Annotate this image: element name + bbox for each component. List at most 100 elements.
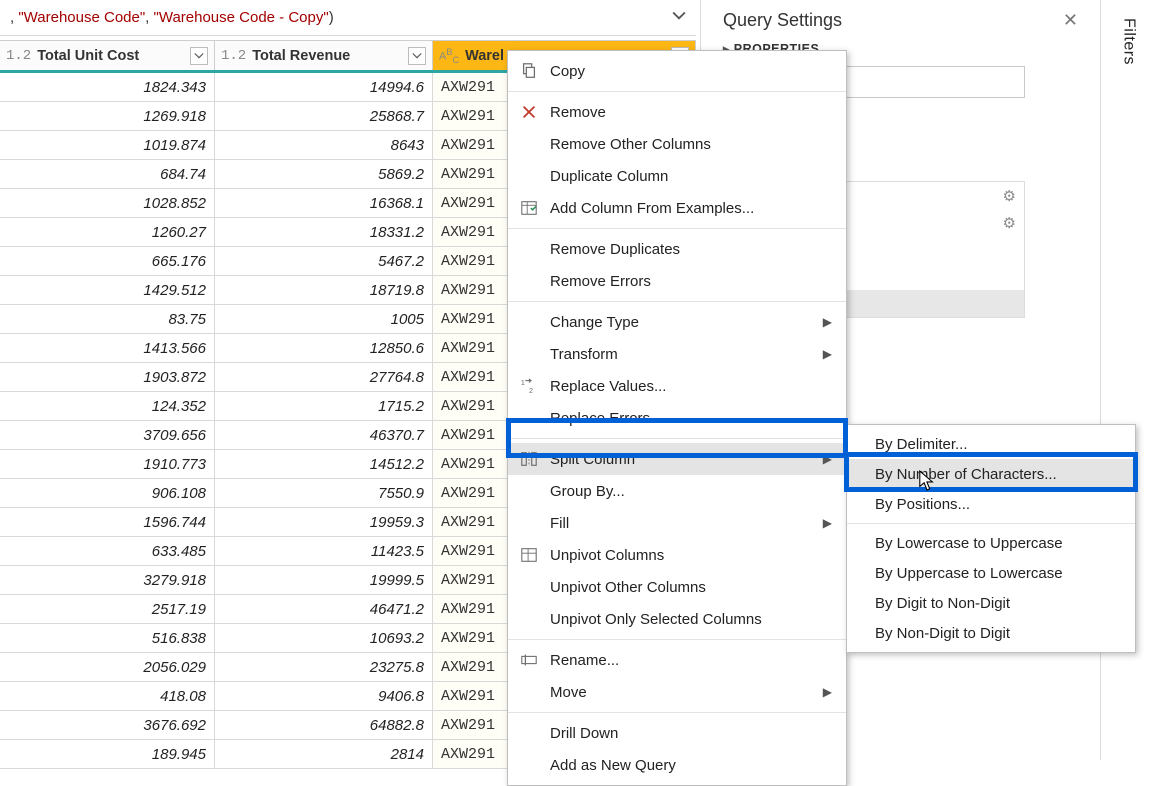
cell-total-unit-cost[interactable]: 124.352 <box>0 392 215 420</box>
cell-total-unit-cost[interactable]: 1019.874 <box>0 131 215 159</box>
cell-total-unit-cost[interactable]: 418.08 <box>0 682 215 710</box>
submenu-item-by-number-of-characters[interactable]: By Number of Characters... <box>847 459 1135 489</box>
cell-total-revenue[interactable]: 14994.6 <box>215 73 433 101</box>
cell-total-revenue[interactable]: 27764.8 <box>215 363 433 391</box>
cell-total-unit-cost[interactable]: 1413.566 <box>0 334 215 362</box>
cell-total-revenue[interactable]: 64882.8 <box>215 711 433 739</box>
cell-total-revenue[interactable]: 7550.9 <box>215 479 433 507</box>
column-header-label: Total Revenue <box>252 48 350 64</box>
cell-total-revenue[interactable]: 5869.2 <box>215 160 433 188</box>
menu-item-unpivot-other-columns[interactable]: Unpivot Other Columns <box>508 571 846 603</box>
cell-total-revenue[interactable]: 19959.3 <box>215 508 433 536</box>
menu-item-remove[interactable]: Remove <box>508 96 846 128</box>
cell-total-revenue[interactable]: 8643 <box>215 131 433 159</box>
cell-total-revenue[interactable]: 46370.7 <box>215 421 433 449</box>
menu-item-add-as-new-query[interactable]: Add as New Query <box>508 749 846 781</box>
menu-item-copy[interactable]: Copy <box>508 55 846 87</box>
cell-total-revenue[interactable]: 12850.6 <box>215 334 433 362</box>
submenu-arrow-icon: ▶ <box>823 685 832 699</box>
menu-separator <box>508 301 846 302</box>
gear-icon[interactable]: ⚙ <box>1003 214 1016 232</box>
menu-item-label: Remove <box>550 104 832 121</box>
cell-total-revenue[interactable]: 23275.8 <box>215 653 433 681</box>
submenu-item-by-non-digit-to-digit[interactable]: By Non-Digit to Digit <box>847 618 1135 648</box>
cell-total-unit-cost[interactable]: 2517.19 <box>0 595 215 623</box>
svg-text:1: 1 <box>521 378 525 387</box>
cell-total-unit-cost[interactable]: 1910.773 <box>0 450 215 478</box>
cell-total-unit-cost[interactable]: 906.108 <box>0 479 215 507</box>
menu-item-replace-values[interactable]: 12Replace Values... <box>508 370 846 402</box>
chevron-down-icon <box>672 9 686 23</box>
cell-total-revenue[interactable]: 10693.2 <box>215 624 433 652</box>
formula-bar[interactable]: , "Warehouse Code", "Warehouse Code - Co… <box>0 0 696 36</box>
menu-item-add-column-from-examples[interactable]: Add Column From Examples... <box>508 192 846 224</box>
cell-total-unit-cost[interactable]: 684.74 <box>0 160 215 188</box>
submenu-item-by-lowercase-to-uppercase[interactable]: By Lowercase to Uppercase <box>847 528 1135 558</box>
menu-separator <box>508 639 846 640</box>
menu-item-transform[interactable]: Transform▶ <box>508 338 846 370</box>
cell-total-revenue[interactable]: 1715.2 <box>215 392 433 420</box>
cell-total-unit-cost[interactable]: 1269.918 <box>0 102 215 130</box>
cell-total-revenue[interactable]: 9406.8 <box>215 682 433 710</box>
submenu-item-by-positions[interactable]: By Positions... <box>847 489 1135 519</box>
split-column-submenu: By Delimiter...By Number of Characters..… <box>846 424 1136 653</box>
menu-item-group-by[interactable]: Group By... <box>508 475 846 507</box>
menu-item-unpivot-columns[interactable]: Unpivot Columns <box>508 539 846 571</box>
cell-total-revenue[interactable]: 18719.8 <box>215 276 433 304</box>
cell-total-revenue[interactable]: 1005 <box>215 305 433 333</box>
cell-total-unit-cost[interactable]: 1596.744 <box>0 508 215 536</box>
menu-item-label: Transform <box>550 346 823 363</box>
menu-item-replace-errors[interactable]: Replace Errors... <box>508 402 846 434</box>
cell-total-unit-cost[interactable]: 633.485 <box>0 537 215 565</box>
type-decimal-icon: 1.2 <box>221 48 246 64</box>
formula-expand-button[interactable] <box>672 9 686 27</box>
cell-total-unit-cost[interactable]: 1429.512 <box>0 276 215 304</box>
menu-item-label: Add as New Query <box>550 757 832 774</box>
menu-item-rename[interactable]: Rename... <box>508 644 846 676</box>
gear-icon[interactable]: ⚙ <box>1003 187 1016 205</box>
cell-total-revenue[interactable]: 19999.5 <box>215 566 433 594</box>
cell-total-unit-cost[interactable]: 83.75 <box>0 305 215 333</box>
cell-total-revenue[interactable]: 11423.5 <box>215 537 433 565</box>
close-icon[interactable]: ✕ <box>1063 10 1078 31</box>
cell-total-unit-cost[interactable]: 189.945 <box>0 740 215 768</box>
menu-item-label: Change Type <box>550 314 823 331</box>
menu-item-drill-down[interactable]: Drill Down <box>508 717 846 749</box>
column-header-total-revenue[interactable]: 1.2 Total Revenue <box>215 41 433 70</box>
menu-item-remove-errors[interactable]: Remove Errors <box>508 265 846 297</box>
column-filter-button[interactable] <box>408 47 426 65</box>
cell-total-revenue[interactable]: 5467.2 <box>215 247 433 275</box>
menu-item-remove-duplicates[interactable]: Remove Duplicates <box>508 233 846 265</box>
menu-item-unpivot-only-selected-columns[interactable]: Unpivot Only Selected Columns <box>508 603 846 635</box>
submenu-arrow-icon: ▶ <box>823 315 832 329</box>
submenu-item-by-uppercase-to-lowercase[interactable]: By Uppercase to Lowercase <box>847 558 1135 588</box>
cell-total-unit-cost[interactable]: 2056.029 <box>0 653 215 681</box>
column-filter-button[interactable] <box>190 47 208 65</box>
cell-total-revenue[interactable]: 18331.2 <box>215 218 433 246</box>
cell-total-revenue[interactable]: 2814 <box>215 740 433 768</box>
menu-item-duplicate-column[interactable]: Duplicate Column <box>508 160 846 192</box>
submenu-item-by-delimiter[interactable]: By Delimiter... <box>847 429 1135 459</box>
cell-total-unit-cost[interactable]: 1260.27 <box>0 218 215 246</box>
cell-total-unit-cost[interactable]: 516.838 <box>0 624 215 652</box>
cell-total-unit-cost[interactable]: 3676.692 <box>0 711 215 739</box>
submenu-item-by-digit-to-non-digit[interactable]: By Digit to Non-Digit <box>847 588 1135 618</box>
cell-total-revenue[interactable]: 14512.2 <box>215 450 433 478</box>
menu-item-split-column[interactable]: Split Column▶ <box>508 443 846 475</box>
cell-total-unit-cost[interactable]: 665.176 <box>0 247 215 275</box>
column-header-total-unit-cost[interactable]: 1.2 Total Unit Cost <box>0 41 215 70</box>
cell-total-revenue[interactable]: 46471.2 <box>215 595 433 623</box>
menu-item-move[interactable]: Move▶ <box>508 676 846 708</box>
cell-total-revenue[interactable]: 25868.7 <box>215 102 433 130</box>
menu-item-change-type[interactable]: Change Type▶ <box>508 306 846 338</box>
menu-item-remove-other-columns[interactable]: Remove Other Columns <box>508 128 846 160</box>
cell-total-unit-cost[interactable]: 1903.872 <box>0 363 215 391</box>
cell-total-unit-cost[interactable]: 3279.918 <box>0 566 215 594</box>
cell-total-unit-cost[interactable]: 1824.343 <box>0 73 215 101</box>
menu-item-label: Fill <box>550 515 823 532</box>
cell-total-revenue[interactable]: 16368.1 <box>215 189 433 217</box>
cell-total-unit-cost[interactable]: 1028.852 <box>0 189 215 217</box>
split-icon <box>508 450 550 468</box>
menu-item-fill[interactable]: Fill▶ <box>508 507 846 539</box>
cell-total-unit-cost[interactable]: 3709.656 <box>0 421 215 449</box>
